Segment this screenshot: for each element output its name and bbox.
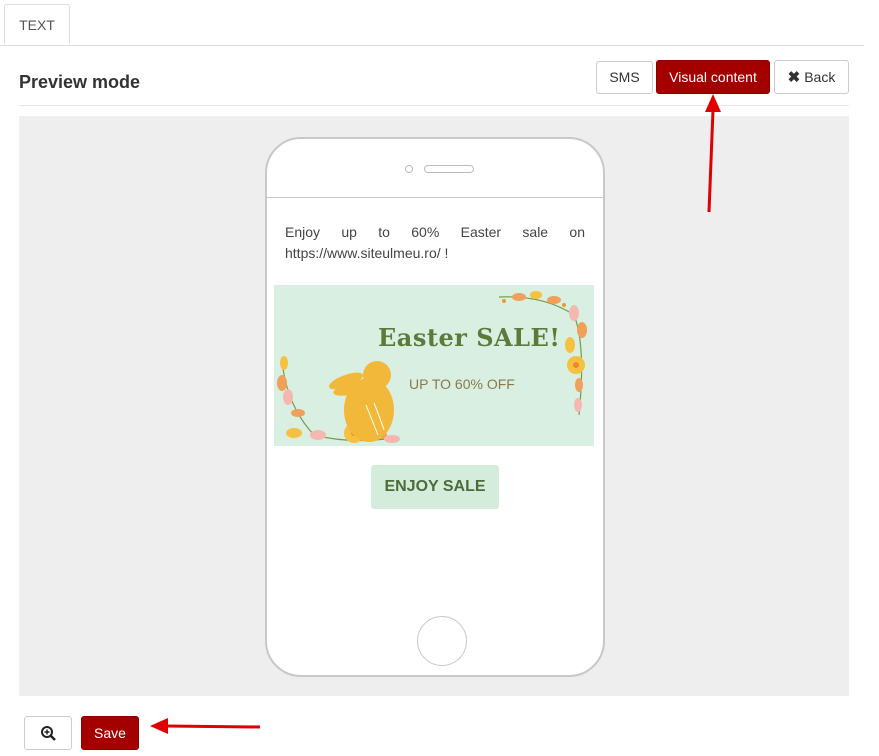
back-label: Back — [804, 69, 836, 85]
annotation-arrow-up — [705, 94, 721, 213]
phone-divider — [267, 197, 603, 198]
annotation-arrow-left — [150, 718, 261, 734]
banner-decoration — [277, 291, 587, 443]
banner-subline: UP TO 60% OFF — [409, 376, 515, 392]
phone-speaker — [424, 165, 474, 173]
tab-bar: TEXT — [0, 0, 864, 46]
back-button[interactable]: ✖ Back — [774, 60, 849, 94]
message-text: Enjoy up to 60% Easter sale on https://w… — [285, 224, 585, 261]
zoom-button[interactable] — [24, 716, 72, 750]
phone-frame: Enjoy up to 60% Easter sale on https://w… — [265, 137, 605, 677]
page-title: Preview mode — [19, 72, 141, 92]
enjoy-sale-button[interactable]: ENJOY SALE — [371, 465, 499, 509]
tab-text[interactable]: TEXT — [4, 4, 70, 44]
zoom-in-icon — [41, 726, 56, 741]
save-button[interactable]: Save — [81, 716, 139, 750]
easter-banner: Easter SALE! UP TO 60% OFF — [274, 285, 594, 446]
close-icon: ✖ — [787, 69, 801, 86]
phone-camera — [405, 165, 413, 173]
sms-button[interactable]: SMS — [596, 61, 653, 94]
visual-content-button[interactable]: Visual content — [656, 60, 770, 94]
phone-home-button — [417, 616, 467, 666]
banner-headline: Easter SALE! — [378, 323, 561, 352]
